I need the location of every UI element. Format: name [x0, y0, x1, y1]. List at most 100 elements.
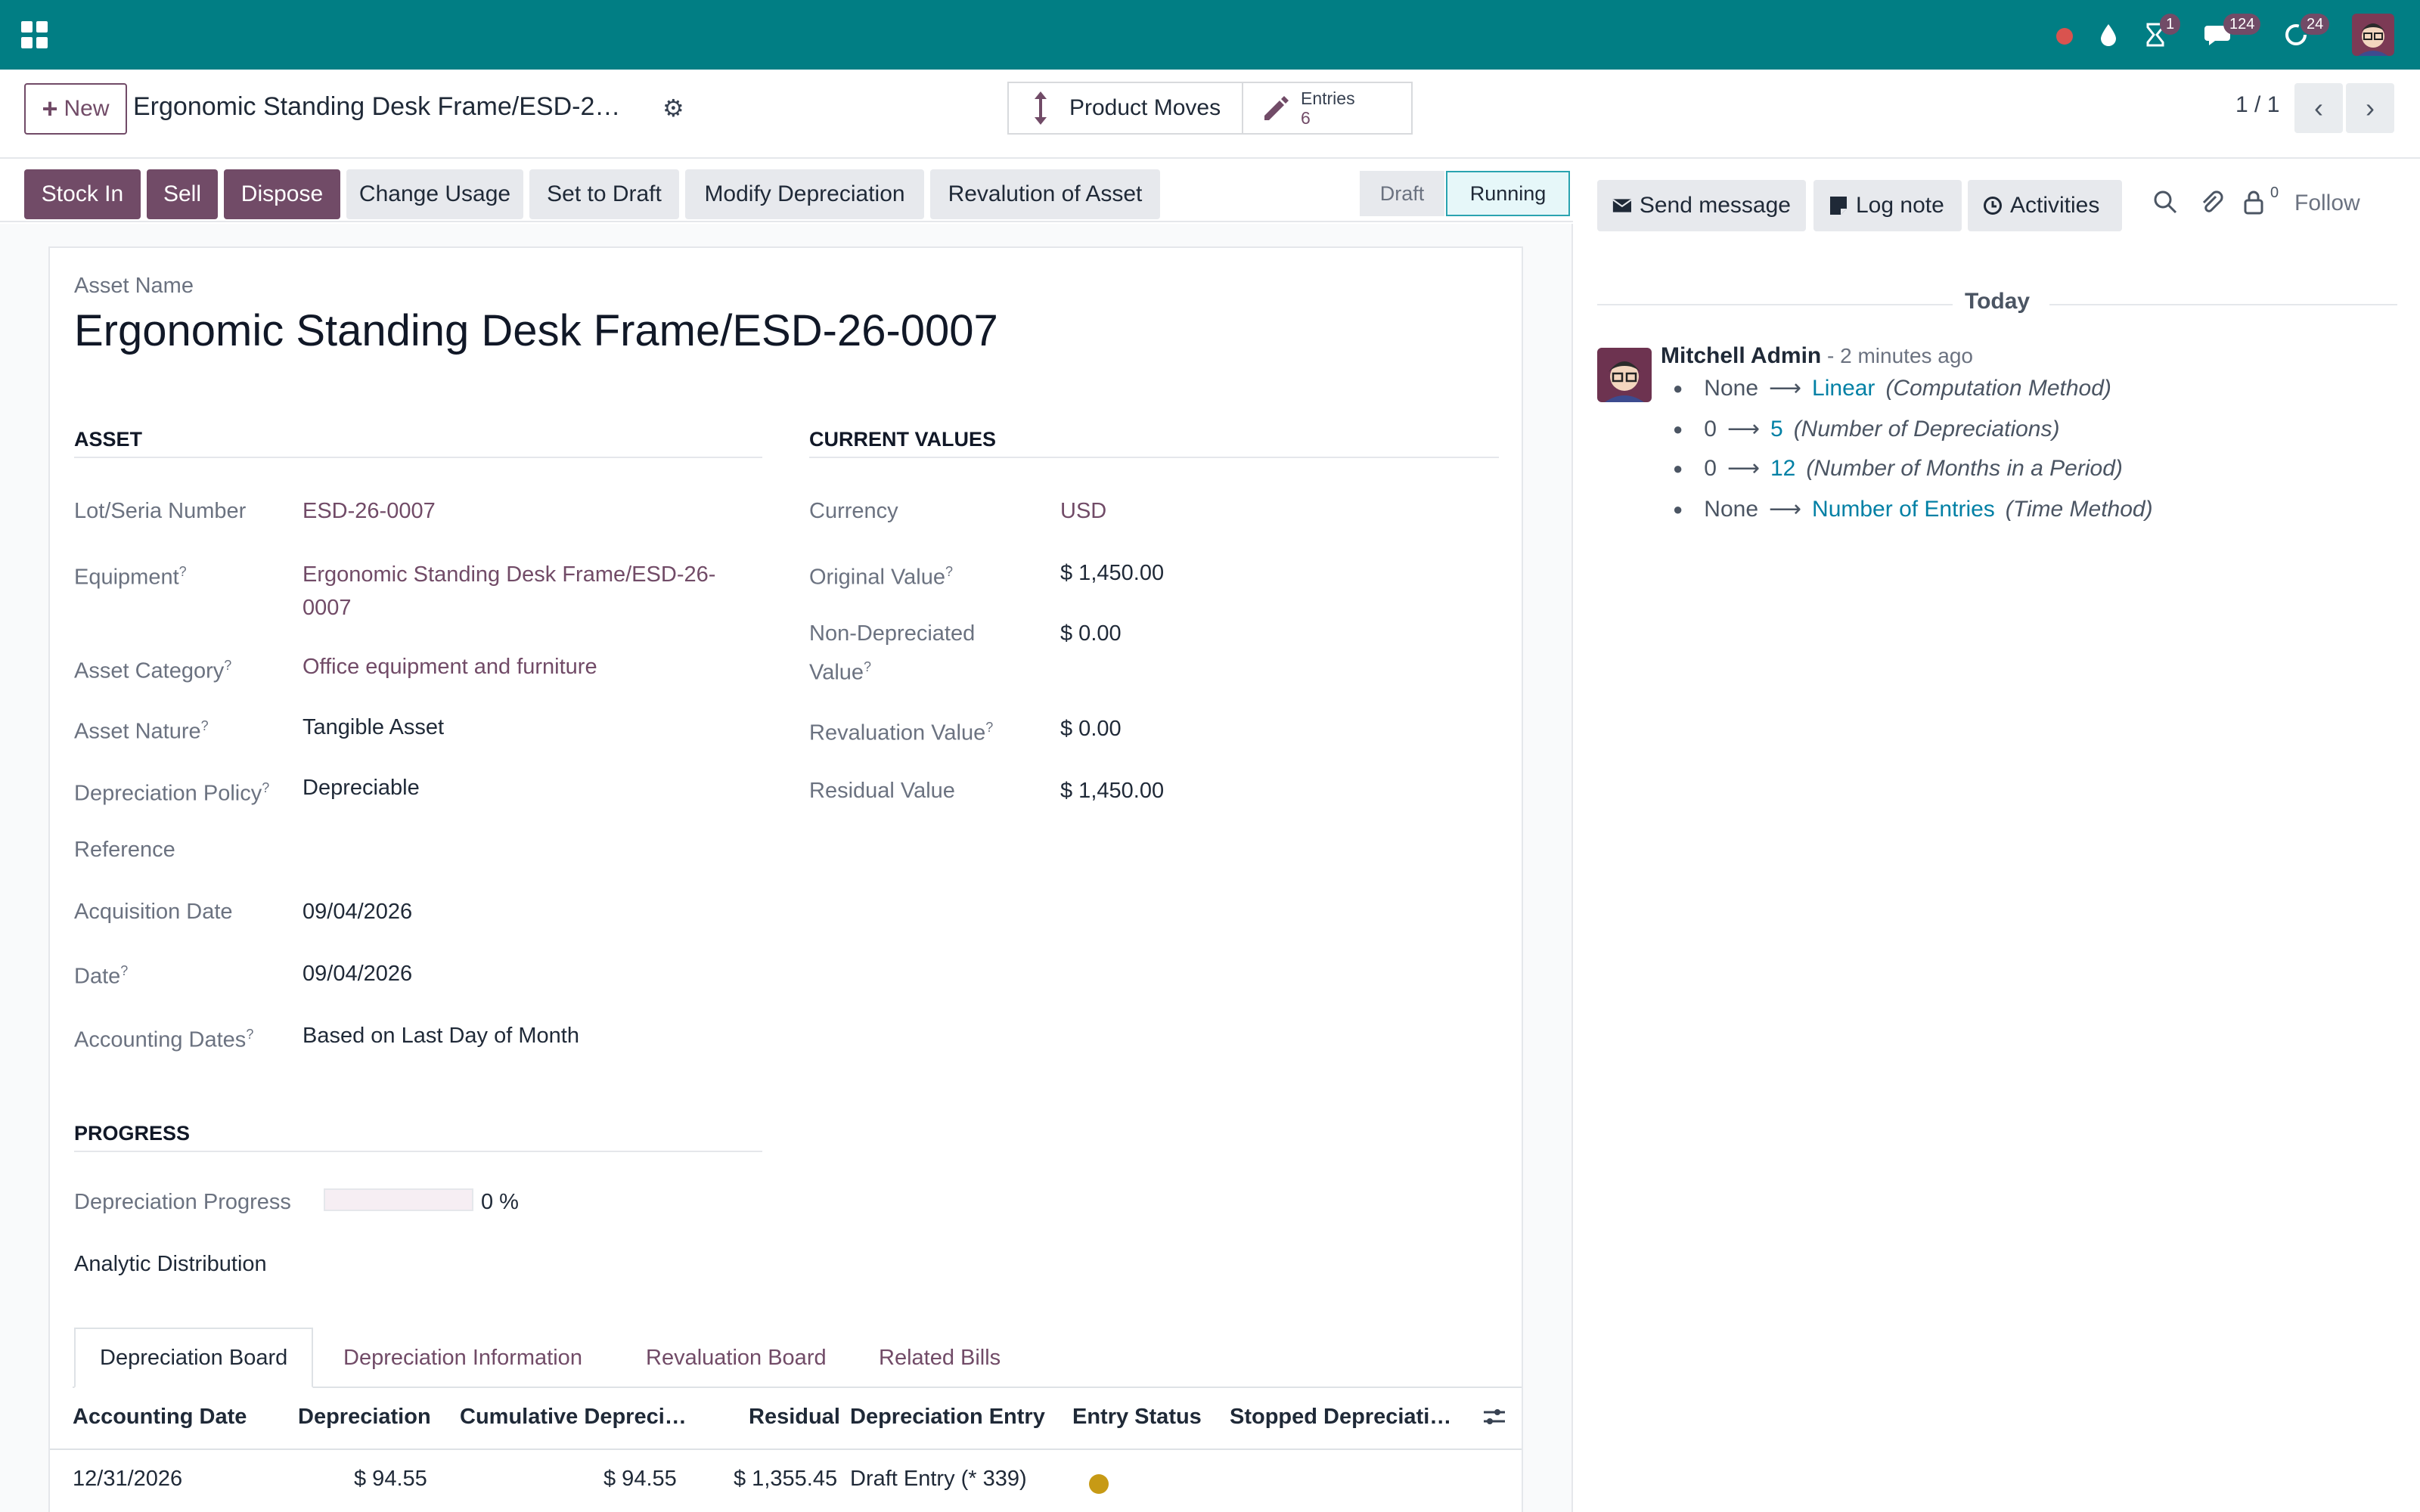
column-cumulative-depreciation[interactable]: Cumulative Depreci… — [460, 1400, 687, 1433]
row-accounting-date[interactable]: 12/31/2026 — [73, 1462, 182, 1495]
column-stopped-depreciation[interactable]: Stopped Depreciati… — [1230, 1400, 1451, 1433]
asset-category-value[interactable]: Office equipment and furniture — [302, 650, 597, 683]
send-message-button[interactable]: Send message — [1597, 180, 1806, 231]
message-author: Mitchell Admin - 2 minutes ago — [1661, 343, 1974, 368]
optional-columns-toggle-icon[interactable] — [1481, 1403, 1508, 1434]
non-depreciated-value[interactable]: $ 0.00 — [1060, 617, 1122, 650]
original-value[interactable]: $ 1,450.00 — [1060, 556, 1164, 590]
drop-icon[interactable] — [2090, 17, 2127, 53]
lot-value[interactable]: ESD-26-0007 — [302, 494, 436, 528]
current-values-divider — [809, 457, 1499, 458]
acquisition-date-value[interactable]: 09/04/2026 — [302, 895, 412, 928]
accounting-dates-value[interactable]: Based on Last Day of Month — [302, 1019, 579, 1052]
pencil-icon — [1264, 96, 1289, 120]
row-residual[interactable]: $ 1,355.45 — [734, 1462, 837, 1495]
original-value-label: Original Value? — [809, 564, 954, 590]
follow-button[interactable]: Follow — [2294, 191, 2360, 216]
column-residual[interactable]: Residual — [749, 1400, 840, 1433]
top-navbar: 1 124 24 — [0, 0, 2420, 70]
arrow-right-icon: ⟶ — [1727, 456, 1760, 481]
progress-divider — [74, 1151, 762, 1152]
activities-clock-icon[interactable]: 1 — [2137, 14, 2181, 53]
user-avatar[interactable] — [2352, 14, 2394, 56]
activities-button[interactable]: Activities — [1968, 180, 2122, 231]
analytic-distribution-label: Analytic Distribution — [74, 1252, 267, 1276]
activities-badge: 1 — [2160, 14, 2181, 35]
pager-next-button[interactable]: › — [2346, 83, 2394, 133]
date-label: Date? — [74, 963, 129, 989]
entries-label: Entries — [1301, 88, 1355, 108]
modify-depreciation-button[interactable]: Modify Depreciation — [685, 169, 924, 219]
residual-value[interactable]: $ 1,450.00 — [1060, 774, 1164, 807]
breadcrumb-title: Ergonomic Standing Desk Frame/ESD-2… — [133, 92, 621, 121]
reference-label: Reference — [74, 838, 175, 862]
revaluation-value[interactable]: $ 0.00 — [1060, 712, 1122, 745]
revaluation-of-asset-button[interactable]: Revalution of Asset — [930, 169, 1160, 219]
accounting-dates-label: Accounting Dates? — [74, 1027, 254, 1052]
depreciation-progress-label: Depreciation Progress — [74, 1190, 291, 1214]
paperclip-icon[interactable] — [2198, 189, 2223, 221]
row-cumulative-depreciation[interactable]: $ 94.55 — [603, 1462, 677, 1495]
table-header-divider — [50, 1448, 1522, 1450]
stock-in-button[interactable]: Stock In — [24, 169, 141, 219]
asset-name-label: Asset Name — [74, 274, 194, 298]
currency-label: Currency — [809, 499, 898, 523]
messages-icon[interactable]: 124 — [2201, 14, 2261, 53]
asset-name-field[interactable]: Ergonomic Standing Desk Frame/ESD-26-000… — [74, 305, 998, 356]
column-entry-status[interactable]: Entry Status — [1072, 1400, 1202, 1433]
column-depreciation[interactable]: Depreciation — [298, 1400, 431, 1433]
entries-count: 6 — [1301, 108, 1311, 128]
asset-nature-value[interactable]: Tangible Asset — [302, 711, 444, 744]
date-separator-line-right — [2049, 304, 2397, 305]
pager-value[interactable]: 1 / 1 — [2235, 92, 2279, 118]
change-usage-button[interactable]: Change Usage — [346, 169, 523, 219]
followers-count: 0 — [2270, 184, 2279, 201]
author-avatar[interactable] — [1597, 348, 1652, 402]
followers-lock-icon[interactable] — [2243, 189, 2264, 221]
arrow-right-icon: ⟶ — [1769, 376, 1802, 401]
updates-badge: 24 — [2301, 14, 2330, 35]
status-bar: Stock In Sell Dispose Change Usage Set t… — [0, 159, 1573, 222]
acquisition-date-label: Acquisition Date — [74, 900, 233, 924]
new-button[interactable]: + New — [24, 83, 127, 135]
note-icon — [1830, 197, 1847, 215]
tab-depreciation-information[interactable]: Depreciation Information — [319, 1328, 607, 1388]
asset-category-label: Asset Category? — [74, 658, 232, 683]
current-values-heading: CURRENT VALUES — [809, 428, 997, 451]
chevron-right-icon: › — [2366, 92, 2375, 123]
residual-value-label: Residual Value — [809, 779, 955, 803]
sell-button[interactable]: Sell — [147, 169, 218, 219]
pager-previous-button[interactable]: ‹ — [2294, 83, 2343, 133]
vertical-arrows-icon — [1035, 91, 1047, 125]
stage-draft[interactable]: Draft — [1360, 171, 1444, 216]
progress-heading: PROGRESS — [74, 1122, 191, 1145]
equipment-value[interactable]: Ergonomic Standing Desk Frame/ESD-26- 000… — [302, 558, 715, 624]
set-to-draft-button[interactable]: Set to Draft — [529, 169, 679, 219]
entries-button[interactable]: Entries 6 — [1242, 82, 1413, 135]
depreciation-policy-value[interactable]: Depreciable — [302, 771, 420, 804]
search-icon[interactable] — [2152, 189, 2178, 221]
tab-revaluation-board[interactable]: Revaluation Board — [622, 1328, 851, 1388]
tab-depreciation-board[interactable]: Depreciation Board — [74, 1328, 314, 1388]
recording-icon[interactable] — [2046, 17, 2083, 53]
form-sheet — [48, 246, 1523, 1512]
stage-running[interactable]: Running — [1446, 171, 1570, 216]
plus-icon: + — [42, 93, 58, 124]
column-accounting-date[interactable]: Accounting Date — [73, 1400, 247, 1433]
product-moves-button[interactable]: Product Moves — [1007, 82, 1243, 135]
currency-value[interactable]: USD — [1060, 494, 1106, 528]
apps-menu-icon[interactable] — [21, 21, 48, 48]
dispose-button[interactable]: Dispose — [224, 169, 340, 219]
arrow-right-icon: ⟶ — [1769, 497, 1802, 522]
column-depreciation-entry[interactable]: Depreciation Entry — [850, 1400, 1045, 1433]
depreciation-policy-label: Depreciation Policy? — [74, 780, 270, 806]
control-panel: + New Ergonomic Standing Desk Frame/ESD-2… — [0, 70, 2420, 159]
updates-icon[interactable]: 24 — [2278, 14, 2330, 53]
date-value[interactable]: 09/04/2026 — [302, 957, 412, 990]
row-depreciation[interactable]: $ 94.55 — [354, 1462, 427, 1495]
row-depreciation-entry[interactable]: Draft Entry (* 339) — [850, 1462, 1027, 1495]
depreciation-progress-bar — [324, 1188, 473, 1211]
gear-icon[interactable]: ⚙ — [662, 94, 684, 122]
tab-related-bills[interactable]: Related Bills — [855, 1328, 1025, 1388]
log-note-button[interactable]: Log note — [1813, 180, 1962, 231]
